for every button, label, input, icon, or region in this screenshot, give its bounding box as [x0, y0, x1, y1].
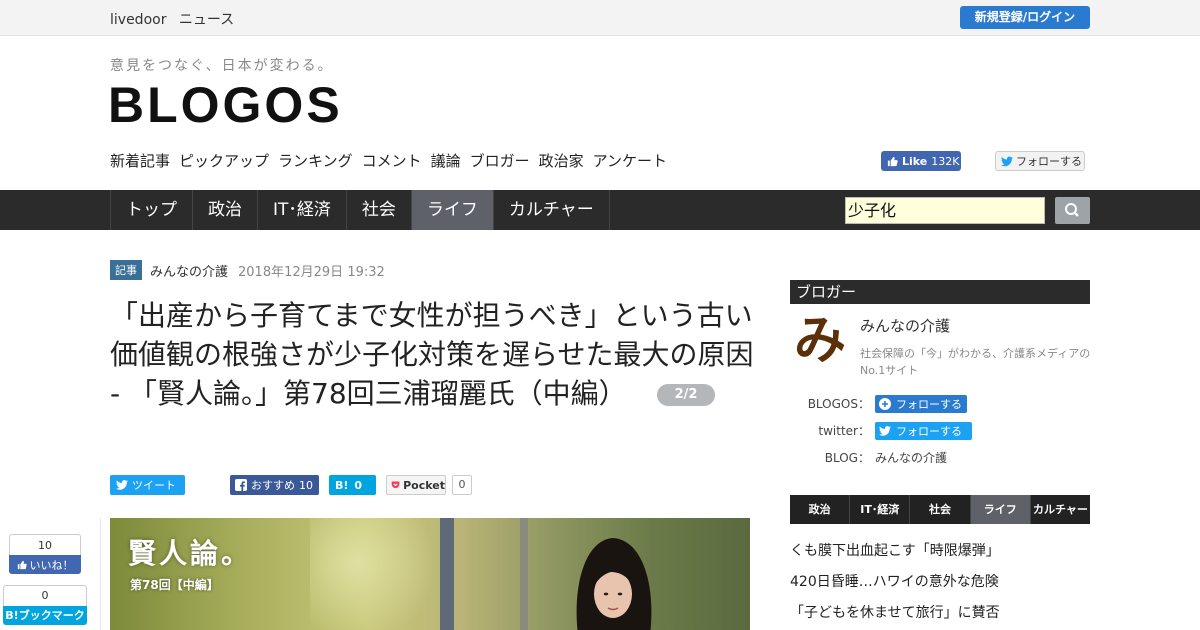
- site-tagline: 意見をつなぐ、日本が変わる。: [110, 58, 334, 74]
- cat-tab-politics[interactable]: 政治: [790, 495, 851, 524]
- article-title: 「出産から子育てまで女性が担うべき」という古い価値観の根強さが少子化対策を遅らせ…: [110, 296, 755, 413]
- sidebar-article-list: くも膜下出血起こす「時限爆弾」 420日昏睡…ハワイの意外な危険 「子どもを休ま…: [790, 540, 1000, 630]
- nav-life[interactable]: ライフ: [411, 190, 494, 230]
- nav-top[interactable]: トップ: [111, 190, 193, 230]
- cat-tab-culture[interactable]: カルチャー: [1031, 495, 1090, 524]
- article-tag[interactable]: 記事: [110, 260, 142, 280]
- article-author[interactable]: みんなの介護: [150, 261, 228, 280]
- cat-tab-society[interactable]: 社会: [910, 495, 971, 524]
- floating-facebook-like[interactable]: 10 いいね！: [9, 534, 81, 574]
- thumbs-up-icon: [17, 560, 27, 569]
- article-hero-image: 賢人論。 第78回【中編】: [110, 518, 750, 630]
- portrait-illustration: [576, 538, 652, 630]
- thumbs-up-icon: [887, 156, 898, 166]
- pocket-count: 0: [452, 475, 472, 495]
- facebook-icon: [235, 479, 247, 491]
- floating-like-label: いいね！: [29, 558, 74, 572]
- list-item[interactable]: 「子どもを休ませて旅行」に賛否: [790, 602, 1000, 630]
- facebook-like-button[interactable]: Like 132K: [881, 151, 961, 171]
- twitter-bird-icon: [116, 480, 128, 490]
- twitter-follow-label-side: twitter：: [818, 424, 870, 438]
- category-tabs: 政治 IT･経済 社会 ライフ カルチャー: [790, 495, 1090, 524]
- blogos-follow-button[interactable]: フォローする: [875, 395, 967, 413]
- twitter-follow-label: フォローする: [1016, 155, 1082, 168]
- floating-hatena-label: B!ブックマーク: [3, 606, 87, 625]
- twitter-bird-icon: [879, 426, 891, 436]
- subnav-ranking[interactable]: ランキング: [278, 150, 353, 171]
- plus-circle-icon: [879, 398, 891, 410]
- pocket-button[interactable]: Pocket: [386, 475, 446, 495]
- blog-link[interactable]: みんなの介護: [875, 449, 947, 466]
- pocket-label: Pocket: [403, 478, 445, 492]
- fb-like-count: 132K: [931, 154, 960, 168]
- floating-hatena-count: 0: [41, 589, 49, 602]
- subnav-politicians[interactable]: 政治家: [539, 150, 584, 171]
- cat-tab-it-economy[interactable]: IT･経済: [850, 495, 911, 524]
- twitter-follow-button-side[interactable]: フォローする: [875, 422, 972, 440]
- floating-hatena-bookmark[interactable]: 0 B!ブックマーク: [3, 585, 87, 625]
- fb-like-label: Like: [902, 154, 928, 168]
- subnav-bloggers[interactable]: ブロガー: [470, 150, 530, 171]
- nav-politics[interactable]: 政治: [193, 190, 258, 230]
- blogos-follow-label: BLOGOS：: [807, 397, 870, 411]
- login-button[interactable]: 新規登録/ログイン: [960, 6, 1090, 29]
- facebook-recommend-button[interactable]: おすすめ 10: [230, 475, 319, 495]
- hatena-b-icon: B!: [335, 478, 349, 492]
- article-date: 2018年12月29日 19:32: [238, 264, 385, 280]
- list-item[interactable]: 420日昏睡…ハワイの意外な危険: [790, 571, 1000, 602]
- subnav-pickup[interactable]: ピックアップ: [179, 150, 269, 171]
- article-meta: 記事 みんなの介護 2018年12月29日 19:32: [110, 260, 385, 280]
- cat-tab-life[interactable]: ライフ: [970, 495, 1031, 524]
- subnav-latest[interactable]: 新着記事: [110, 150, 170, 171]
- nav-culture[interactable]: カルチャー: [494, 190, 610, 230]
- subnav-debate[interactable]: 議論: [431, 150, 461, 171]
- hero-subcaption: 第78回【中編】: [130, 578, 219, 592]
- blogger-avatar[interactable]: み: [790, 312, 850, 372]
- nav-it-economy[interactable]: IT･経済: [258, 190, 347, 230]
- blog-label: BLOG：: [824, 451, 870, 465]
- news-label: ニュース: [178, 12, 235, 28]
- hero-caption: 賢人論。: [128, 537, 253, 570]
- nav-society[interactable]: 社会: [347, 190, 412, 230]
- sub-navigation: 新着記事 ピックアップ ランキング コメント 議論 ブロガー 政治家 アンケート: [110, 150, 667, 171]
- blogger-name[interactable]: みんなの介護: [860, 315, 950, 336]
- pocket-icon: [391, 481, 400, 489]
- tweet-button[interactable]: ツイート: [110, 475, 185, 495]
- twitter-bird-icon: [1001, 156, 1013, 166]
- search-button[interactable]: [1055, 197, 1090, 224]
- tweet-label: ツイート: [132, 479, 176, 492]
- subnav-survey[interactable]: アンケート: [593, 150, 667, 171]
- search-input[interactable]: 少子化: [845, 197, 1045, 224]
- top-utility-bar: livedoor ニュース 新規登録/ログイン: [0, 0, 1200, 36]
- twitter-follow-text-side: フォローする: [896, 425, 962, 438]
- list-item[interactable]: くも膜下出血起こす「時限爆弾」: [790, 540, 1000, 571]
- sidebar-blogger-heading: ブロガー: [790, 280, 1090, 304]
- fb-recommend-label: おすすめ: [251, 479, 295, 492]
- blogger-description: 社会保障の「今」がわかる、介護系メディアのNo.1サイト: [860, 347, 1091, 377]
- page-indicator-badge: 2/2: [656, 384, 716, 406]
- livedoor-brand[interactable]: livedoor ニュース: [110, 9, 234, 29]
- livedoor-label: livedoor: [110, 12, 167, 28]
- twitter-follow-button[interactable]: フォローする: [995, 151, 1085, 171]
- search-icon: [1065, 203, 1079, 217]
- fb-recommend-count: 10: [299, 478, 313, 492]
- site-logo[interactable]: BLOGOS: [108, 76, 343, 134]
- subnav-comments[interactable]: コメント: [362, 150, 422, 171]
- hatena-bookmark-button[interactable]: B! 0: [329, 475, 376, 495]
- blogos-follow-text: フォローする: [896, 398, 962, 411]
- floating-like-count: 10: [38, 539, 52, 552]
- hatena-count: 0: [354, 478, 363, 492]
